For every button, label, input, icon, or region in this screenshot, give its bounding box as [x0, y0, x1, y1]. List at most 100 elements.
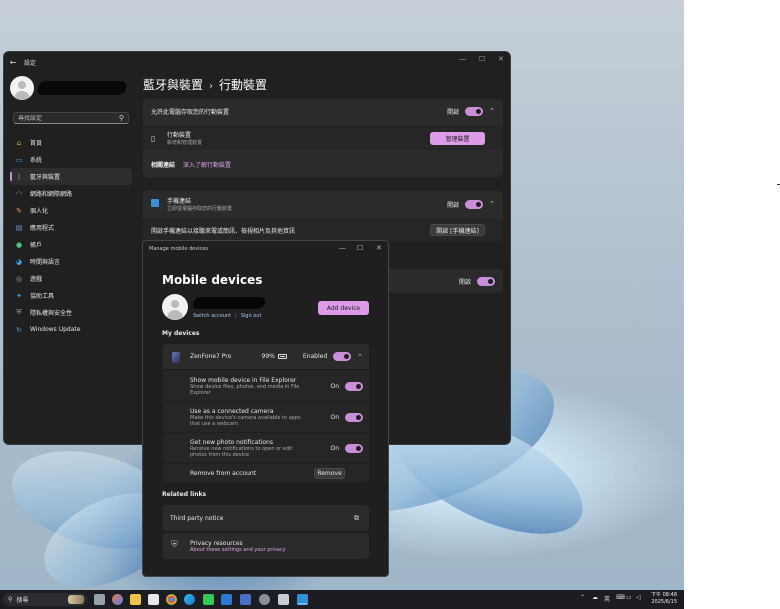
- sidebar-item-home[interactable]: ⌂ 首頁: [10, 134, 132, 151]
- third-party-notice-row[interactable]: Third party notice ⧉: [163, 505, 369, 531]
- app-icon[interactable]: [278, 594, 289, 605]
- sidebar-item-label: 帳戶: [30, 242, 43, 249]
- edge-icon[interactable]: [184, 594, 195, 605]
- phone-link-title: 手機連結: [167, 198, 192, 205]
- add-device-button[interactable]: Add device: [318, 301, 369, 315]
- file-explorer-toggle[interactable]: [345, 381, 363, 391]
- photo-notifications-toggle[interactable]: [345, 443, 363, 453]
- privacy-link[interactable]: About these settings and your privacy: [190, 547, 363, 553]
- battery-icon: [277, 354, 287, 359]
- settings-gear-icon[interactable]: [259, 594, 270, 605]
- maximize-icon[interactable]: ☐: [479, 55, 485, 63]
- sidebar-item-accounts[interactable]: ● 帳戶: [10, 236, 132, 253]
- onedrive-icon[interactable]: ☁: [592, 594, 598, 601]
- taskbar: ⚲ 搜尋 ⌃ ☁ 英 ⌨ ▭ ◁ 下午 08:48 2025/6/15: [0, 590, 684, 609]
- globe-clock-icon: ◕: [15, 257, 23, 266]
- clock-date: 2025/6/15: [651, 599, 677, 605]
- phone-link-toggle[interactable]: [465, 199, 484, 209]
- battery-level: 99%: [261, 353, 275, 360]
- sidebar-item-personalization[interactable]: ✎ 個人化: [10, 202, 132, 219]
- maximize-icon[interactable]: ☐: [357, 244, 363, 252]
- taskbar-clock[interactable]: 下午 08:48 2025/6/15: [651, 592, 677, 606]
- network-icon[interactable]: ▭: [626, 594, 632, 601]
- taskbar-search[interactable]: ⚲ 搜尋: [3, 593, 87, 606]
- manage-mobile-devices-dialog: Manage mobile devices — ☐ ✕ Mobile devic…: [142, 240, 389, 577]
- sidebar-item-accessibility[interactable]: ✦ 協助工具: [10, 287, 132, 304]
- sign-out-link[interactable]: Sign out: [241, 313, 262, 319]
- phone-link-app-icon[interactable]: [297, 594, 308, 605]
- minimize-icon[interactable]: —: [339, 244, 346, 252]
- manage-devices-button[interactable]: 管理裝置: [430, 131, 485, 145]
- option-title: Show mobile device in File Explorer: [190, 376, 297, 384]
- option-title: Get new photo notifications: [190, 438, 273, 446]
- back-arrow-icon[interactable]: ←: [4, 58, 22, 67]
- mobile-access-header[interactable]: 允許此電腦存取您的行動裝置 開啟 ⌃: [143, 99, 503, 123]
- user-profile[interactable]: [10, 76, 128, 100]
- blank-area: [684, 0, 780, 609]
- toggle-label: 開啟: [458, 278, 471, 286]
- person-icon: ●: [15, 240, 23, 249]
- file-explorer-icon[interactable]: [130, 594, 141, 605]
- line-icon[interactable]: [203, 594, 214, 605]
- chevron-up-icon[interactable]: ⌃: [357, 353, 363, 361]
- phone-link-header[interactable]: 手機連結 立即從電腦存取您的行動裝置 開啟 ⌃: [143, 191, 503, 217]
- apps-icon: ▤: [15, 223, 23, 232]
- sidebar-item-bluetooth-devices[interactable]: ᛒ 藍牙與裝置: [10, 168, 132, 185]
- sidebar-item-windows-update[interactable]: ↻ Windows Update: [10, 321, 132, 338]
- copilot-icon[interactable]: [112, 594, 123, 605]
- sidebar-item-label: 隱私權與安全性: [30, 310, 73, 317]
- switch-account-link[interactable]: Switch account: [193, 313, 231, 319]
- title-bar: ← 設定: [4, 52, 510, 72]
- avatar: [162, 294, 188, 320]
- connected-camera-toggle[interactable]: [345, 412, 363, 422]
- device-enabled-toggle[interactable]: [333, 352, 352, 361]
- sidebar-item-network[interactable]: ◠ 網路和網際網路: [10, 185, 132, 202]
- chevron-up-icon[interactable]: ⌃: [580, 594, 585, 601]
- sidebar-item-gaming[interactable]: ◎ 遊戲: [10, 270, 132, 287]
- open-phone-link-button[interactable]: 開啟 [手機連結]: [430, 224, 485, 236]
- redacted-account-name: [191, 297, 267, 309]
- chrome-icon[interactable]: [166, 594, 177, 605]
- sidebar-item-system[interactable]: ▭ 系統: [10, 151, 132, 168]
- media-icon[interactable]: [221, 594, 232, 605]
- related-links-row: 相關連結 深入了解行動裝置: [143, 153, 503, 175]
- enabled-label: Enabled: [302, 353, 328, 360]
- close-icon[interactable]: ✕: [376, 244, 382, 252]
- sidebar-item-apps[interactable]: ▤ 應用程式: [10, 219, 132, 236]
- task-view-icon[interactable]: [94, 594, 105, 605]
- related-links-heading: Related links: [162, 491, 207, 498]
- sidebar-item-label: 遊戲: [30, 276, 43, 283]
- breadcrumb-parent[interactable]: 藍牙與裝置: [143, 78, 203, 92]
- minimize-icon[interactable]: —: [459, 55, 466, 63]
- device-row-title: 行動裝置: [167, 132, 192, 139]
- page-title: 藍牙與裝置 › 行動裝置: [143, 76, 267, 93]
- photos-icon[interactable]: [240, 594, 251, 605]
- remove-button[interactable]: Remove: [314, 467, 345, 479]
- phone-setting-toggle[interactable]: [477, 276, 495, 286]
- keyboard-icon[interactable]: ⌨: [616, 594, 625, 601]
- update-icon: ↻: [16, 325, 22, 334]
- window-title: 設定: [24, 59, 37, 67]
- sidebar-item-label: 藍牙與裝置: [30, 174, 61, 181]
- phone-link-subtitle: 立即從電腦存取您的行動裝置: [167, 206, 233, 212]
- chevron-up-icon[interactable]: ⌃: [489, 200, 495, 208]
- sidebar-item-privacy[interactable]: ⛨ 隱私權與安全性: [10, 304, 132, 321]
- option-desc: Make this device's camera available to a…: [190, 414, 301, 427]
- search-input[interactable]: [18, 114, 108, 122]
- mobile-access-toggle[interactable]: [465, 106, 484, 116]
- remove-device-row: Remove from account Remove: [163, 464, 369, 482]
- privacy-resources-row: ⛨ Privacy resources About these settings…: [163, 533, 369, 559]
- chevron-up-icon[interactable]: ⌃: [489, 107, 495, 115]
- option-connected-camera: Use as a connected camera Make this devi…: [163, 402, 369, 432]
- store-icon[interactable]: [148, 594, 159, 605]
- learn-more-link[interactable]: 深入了解行動裝置: [183, 160, 231, 169]
- settings-search[interactable]: ⚲: [13, 112, 129, 124]
- close-icon[interactable]: ✕: [498, 55, 504, 63]
- sidebar-nav: ⌂ 首頁 ▭ 系統 ᛒ 藍牙與裝置 ◠ 網路和網際網路 ✎ 個人化 ▤ 應用程式 ● 帳戶 ◕…: [10, 134, 132, 338]
- sidebar-item-time-language[interactable]: ◕ 時間與語言: [10, 253, 132, 270]
- sidebar-item-label: 應用程式: [30, 225, 55, 232]
- language-indicator[interactable]: 英: [604, 594, 610, 603]
- clock-time: 下午 08:48: [651, 592, 677, 598]
- device-header-row[interactable]: ZenFone7 Pro 99% Enabled ⌃: [163, 344, 369, 369]
- volume-icon[interactable]: ◁: [636, 594, 641, 601]
